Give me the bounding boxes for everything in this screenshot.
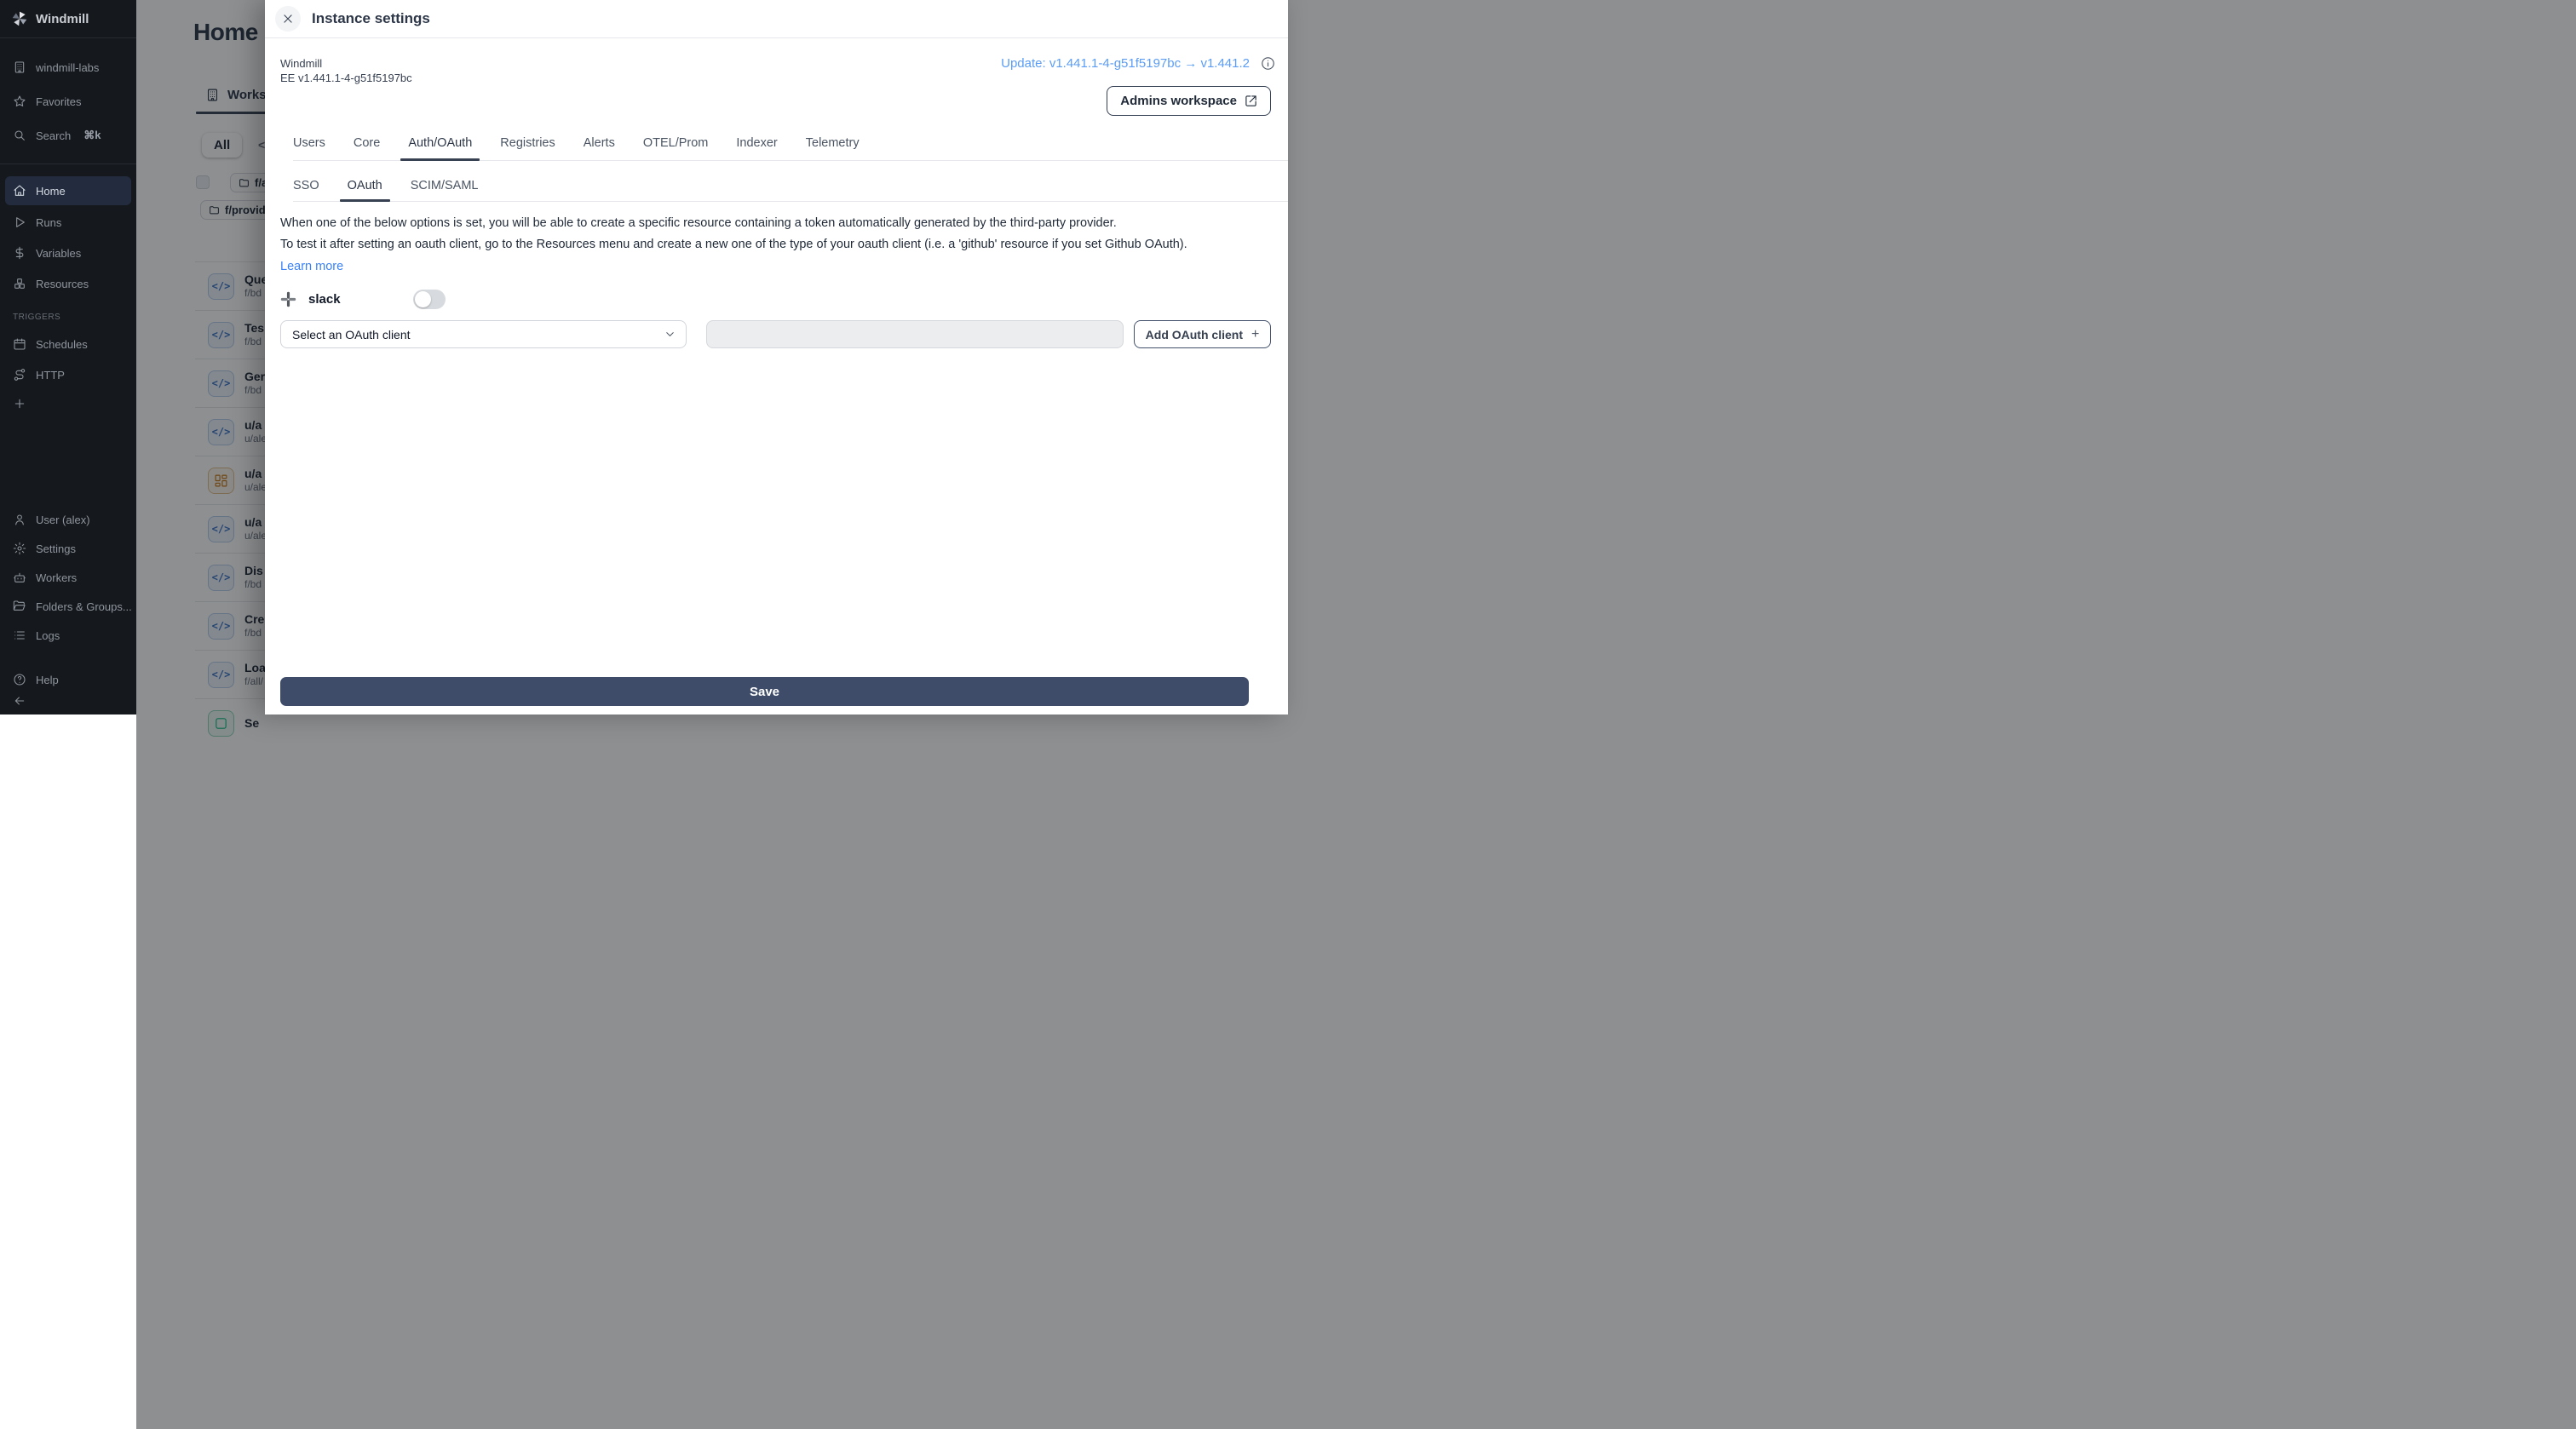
sidebar-item-label: Home: [36, 184, 66, 198]
gear-icon: [13, 542, 26, 555]
version-string: EE v1.441.1-4-g51f5197bc: [280, 72, 412, 84]
add-oauth-client-label: Add OAuth client: [1145, 327, 1243, 341]
add-trigger-button[interactable]: [0, 390, 136, 417]
sidebar-item-workspace[interactable]: windmill-labs: [0, 50, 136, 84]
star-icon: [14, 95, 26, 106]
slack-toggle[interactable]: [413, 290, 446, 309]
slack-provider-row: slack: [280, 288, 446, 311]
add-oauth-client-button[interactable]: Add OAuth client +: [1134, 320, 1271, 348]
sidebar-item-label: Help: [36, 673, 59, 686]
update-row: Update: v1.441.1-4-g51f5197bc → v1.441.2: [1001, 56, 1275, 71]
arrow-left-icon: [14, 697, 25, 705]
sidebar-item-runs[interactable]: Runs: [0, 207, 136, 238]
sidebar-item-label: Favorites: [36, 95, 82, 108]
sidebar-item-http[interactable]: HTTP: [0, 359, 136, 390]
sidebar-item-variables[interactable]: Variables: [0, 238, 136, 268]
close-icon: [284, 14, 292, 23]
close-button[interactable]: [275, 6, 301, 32]
toggle-knob: [415, 291, 431, 307]
search-shortcut: ⌘k: [83, 129, 101, 141]
settings-tabs: Users Core Auth/OAuth Registries Alerts …: [293, 126, 1288, 161]
sidebar-item-resources[interactable]: Resources: [0, 268, 136, 299]
app-logo[interactable]: Windmill: [0, 0, 136, 38]
sidebar-item-label: User (alex): [36, 513, 90, 526]
search-icon: [14, 130, 25, 141]
admins-workspace-label: Admins workspace: [1120, 94, 1237, 108]
subtab-sso[interactable]: SSO: [293, 170, 319, 201]
oauth-controls: Select an OAuth client Add OAuth client …: [265, 320, 1288, 348]
plus-icon: +: [1251, 326, 1260, 341]
chevron-down-icon: [666, 332, 674, 336]
external-link-icon: [1245, 95, 1256, 106]
route-icon: [14, 369, 26, 381]
app-title: Windmill: [36, 11, 89, 26]
tab-users[interactable]: Users: [293, 126, 325, 160]
help-icon: [14, 674, 26, 686]
tab-core[interactable]: Core: [354, 126, 380, 160]
collapse-sidebar-button[interactable]: [0, 694, 136, 714]
sidebar-item-label: Logs: [36, 628, 60, 642]
sidebar-item-label: Settings: [36, 542, 76, 555]
sidebar-item-help[interactable]: Help: [0, 665, 136, 694]
learn-more-link[interactable]: Learn more: [280, 260, 343, 273]
boxes-icon: [14, 278, 25, 289]
sidebar-item-label: Runs: [36, 215, 62, 229]
instance-settings-drawer: Instance settings Windmill EE v1.441.1-4…: [265, 0, 1288, 714]
sidebar-item-label: windmill-labs: [36, 60, 100, 74]
drawer-title: Instance settings: [312, 10, 430, 26]
calendar-icon: [14, 338, 26, 350]
sidebar-item-label: Schedules: [36, 337, 88, 351]
sidebar-item-label: Variables: [36, 246, 82, 260]
admins-workspace-button[interactable]: Admins workspace: [1107, 86, 1271, 116]
tab-indexer[interactable]: Indexer: [736, 126, 777, 160]
provider-name: slack: [308, 292, 341, 307]
sidebar-item-label: Resources: [36, 277, 89, 290]
robot-icon: [14, 572, 26, 583]
sidebar-item-label: Workers: [36, 571, 78, 584]
sidebar-item-user[interactable]: User (alex): [0, 505, 136, 534]
sidebar: Windmill windmill-labs Favorites Search …: [0, 0, 136, 714]
oauth-client-select-value: Select an OAuth client: [292, 327, 411, 341]
play-icon: [16, 217, 25, 227]
sidebar-item-workers[interactable]: Workers: [0, 563, 136, 592]
sidebar-item-search[interactable]: Search ⌘k: [0, 118, 136, 152]
drawer-header: Instance settings: [265, 0, 1288, 38]
tab-otel-prom[interactable]: OTEL/Prom: [643, 126, 709, 160]
info-icon[interactable]: [1261, 56, 1275, 71]
oauth-description: When one of the below options is set, yo…: [280, 216, 1187, 251]
version-info: Windmill EE v1.441.1-4-g51f5197bc: [280, 56, 412, 85]
tab-telemetry[interactable]: Telemetry: [806, 126, 860, 160]
auth-subtabs: SSO OAuth SCIM/SAML: [293, 170, 1288, 202]
windmill-logo-icon: [12, 11, 27, 26]
sidebar-item-label: Folders & Groups...: [36, 600, 132, 613]
home-icon: [14, 185, 26, 196]
sidebar-item-schedules[interactable]: Schedules: [0, 329, 136, 359]
tab-alerts[interactable]: Alerts: [584, 126, 615, 160]
update-link[interactable]: Update: v1.441.1-4-g51f5197bc → v1.441.2: [1001, 56, 1250, 71]
sidebar-item-logs[interactable]: Logs: [0, 621, 136, 650]
folder-open-icon: [13, 600, 26, 611]
sidebar-item-favorites[interactable]: Favorites: [0, 84, 136, 118]
subtab-scim-saml[interactable]: SCIM/SAML: [411, 170, 479, 201]
subtab-oauth[interactable]: OAuth: [339, 170, 390, 202]
building-icon: [14, 61, 25, 73]
sidebar-item-label: Search: [36, 129, 72, 142]
user-icon: [15, 514, 24, 525]
oauth-client-select[interactable]: Select an OAuth client: [280, 320, 687, 348]
oauth-client-id-input: [706, 320, 1124, 348]
dollar-icon: [15, 246, 24, 260]
list-icon: [14, 631, 25, 640]
tab-auth-oauth[interactable]: Auth/OAuth: [400, 126, 480, 161]
tab-registries[interactable]: Registries: [500, 126, 555, 160]
plus-icon: [14, 399, 25, 409]
triggers-section-label: TRIGGERS: [13, 313, 61, 322]
sidebar-item-label: HTTP: [36, 368, 65, 382]
sidebar-item-home[interactable]: Home: [5, 176, 131, 205]
app-name: Windmill: [280, 57, 323, 70]
sidebar-item-folders-groups[interactable]: Folders & Groups...: [0, 592, 136, 621]
sidebar-item-settings[interactable]: Settings: [0, 534, 136, 563]
save-button[interactable]: Save: [280, 677, 1249, 706]
slack-icon: [280, 291, 296, 307]
